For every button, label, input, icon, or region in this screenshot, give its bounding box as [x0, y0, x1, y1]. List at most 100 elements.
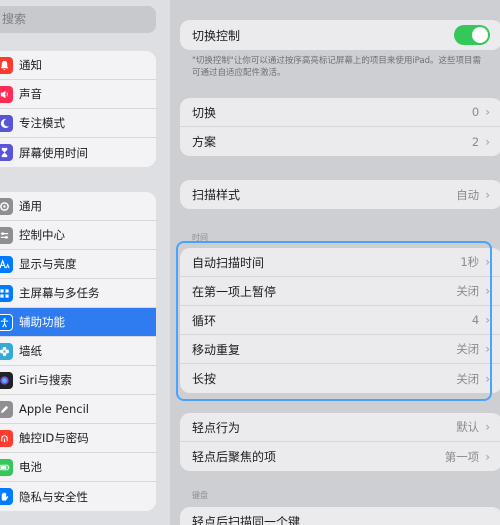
- scanning-style-card: 扫描样式 自动 ›: [180, 180, 500, 209]
- loops-row[interactable]: 循环 4 ›: [180, 306, 500, 335]
- keyboard-header: 键盘: [192, 491, 208, 500]
- sidebar-item-label: 辅助功能: [19, 315, 65, 329]
- move-repeat-value: 关闭: [456, 342, 480, 356]
- tap-behavior-label: 轻点行为: [192, 420, 241, 435]
- sidebar-item-display[interactable]: 显示与亮度: [0, 250, 156, 279]
- sidebar-item-touch-id[interactable]: 触控ID与密码: [0, 424, 156, 453]
- sidebar-item-label: 专注模式: [19, 116, 65, 130]
- sidebar-item-privacy[interactable]: 隐私与安全性: [0, 482, 156, 511]
- switches-label: 切换: [192, 105, 217, 120]
- sidebar-item-label: 声音: [19, 87, 42, 101]
- pause-on-first-item-row[interactable]: 在第一项上暂停 关闭 ›: [180, 277, 500, 306]
- sidebar-item-accessibility[interactable]: 辅助功能: [0, 308, 156, 337]
- long-press-row[interactable]: 长按 关闭 ›: [180, 364, 500, 393]
- sidebar-group-2: 通用 控制中心 显示与亮度 主屏幕与多任务 辅助功能 墙纸 Siri与搜索 Ap…: [0, 192, 156, 511]
- sidebar-item-general[interactable]: 通用: [0, 192, 156, 221]
- sidebar-item-label: Apple Pencil: [19, 402, 89, 416]
- tap-behavior-row[interactable]: 轻点行为 默认 ›: [180, 413, 500, 442]
- sidebar-item-sounds[interactable]: 声音: [0, 80, 156, 109]
- sidebar-item-home-screen[interactable]: 主屏幕与多任务: [0, 279, 156, 308]
- move-repeat-label: 移动重复: [192, 342, 241, 357]
- sidebar-item-focus[interactable]: 专注模式: [0, 109, 156, 138]
- sidebar-item-label: Siri与搜索: [19, 373, 72, 387]
- pause-on-first-item-value: 关闭: [456, 284, 480, 298]
- move-repeat-row[interactable]: 移动重复 关闭 ›: [180, 335, 500, 364]
- sidebar-item-siri[interactable]: Siri与搜索: [0, 366, 156, 395]
- chevron-right-icon: ›: [485, 255, 490, 269]
- pause-on-first-item-label: 在第一项上暂停: [192, 284, 277, 299]
- accessibility-icon: [0, 313, 13, 331]
- chevron-right-icon: ›: [485, 342, 490, 356]
- chevron-right-icon: ›: [485, 449, 490, 464]
- flower-icon: [0, 342, 13, 360]
- focused-item-after-tap-value: 第一项: [444, 449, 480, 464]
- sidebar-item-label: 主屏幕与多任务: [19, 286, 100, 300]
- switch-control-toggle[interactable]: [454, 25, 490, 45]
- chevron-right-icon: ›: [485, 313, 490, 327]
- long-press-label: 长按: [192, 372, 217, 386]
- sidebar-item-label: 屏幕使用时间: [19, 145, 88, 160]
- scanning-style-row[interactable]: 扫描样式 自动 ›: [180, 180, 500, 209]
- bell-icon: [0, 56, 13, 74]
- timing-card: 自动扫描时间 1秒 › 在第一项上暂停 关闭 › 循环 4 › 移动重复 关闭 › 长按…: [180, 248, 500, 393]
- sidebar-item-label: 电池: [19, 460, 42, 474]
- keyboard-card: 轻点后扫描同一个键: [180, 507, 500, 525]
- auto-scan-time-value: 1秒: [460, 255, 480, 269]
- switch-control-card: 切换控制: [180, 20, 500, 50]
- tap-behavior-value: 默认: [456, 420, 480, 434]
- tap-behavior-card: 轻点行为 默认 › 轻点后聚焦的项 第一项 ›: [180, 413, 500, 471]
- long-press-value: 关闭: [456, 371, 480, 386]
- recipes-value: 2: [471, 134, 480, 149]
- hourglass-icon: [0, 144, 13, 161]
- aa-icon: [0, 255, 13, 273]
- sidebar-item-label: 通用: [19, 199, 42, 213]
- sidebar-item-label: 隐私与安全性: [19, 489, 88, 504]
- sidebar-item-wallpaper[interactable]: 墙纸: [0, 337, 156, 366]
- sidebar-item-label: 通知: [19, 58, 42, 72]
- focused-item-after-tap-row[interactable]: 轻点后聚焦的项 第一项 ›: [180, 442, 500, 471]
- switches-row[interactable]: 切换 0 ›: [180, 98, 500, 127]
- chevron-right-icon: ›: [485, 371, 490, 386]
- timing-header: 时间: [192, 233, 208, 242]
- sidebar-item-label: 控制中心: [19, 228, 65, 242]
- recipes-label: 方案: [192, 135, 217, 149]
- gear-icon: [0, 197, 13, 215]
- sidebar-group-1: 通知 声音 专注模式 屏幕使用时间: [0, 51, 156, 167]
- speaker-icon: [0, 85, 13, 103]
- moon-icon: [0, 114, 13, 132]
- sidebar-item-battery[interactable]: 电池: [0, 453, 156, 482]
- switch-control-row: 切换控制: [180, 20, 500, 50]
- battery-icon: [0, 458, 13, 476]
- sidebar-item-label: 显示与亮度: [19, 257, 77, 271]
- sidebar-item-notifications[interactable]: 通知: [0, 51, 156, 80]
- scan-same-key-label: 轻点后扫描同一个键: [192, 515, 301, 525]
- focused-item-after-tap-label: 轻点后聚焦的项: [192, 450, 277, 464]
- scanning-style-value: 自动: [456, 187, 480, 202]
- sidebar-item-control-center[interactable]: 控制中心: [0, 221, 156, 250]
- sidebar-item-label: 触控ID与密码: [19, 431, 89, 445]
- recipes-row[interactable]: 方案 2 ›: [180, 127, 500, 156]
- chevron-right-icon: ›: [485, 187, 490, 202]
- sidebar-item-screen-time[interactable]: 屏幕使用时间: [0, 138, 156, 167]
- sidebar-item-apple-pencil[interactable]: Apple Pencil: [0, 395, 156, 424]
- loops-label: 循环: [192, 313, 217, 328]
- auto-scan-time-row[interactable]: 自动扫描时间 1秒 ›: [180, 248, 500, 277]
- chevron-right-icon: ›: [485, 284, 490, 298]
- search-input[interactable]: 搜索: [0, 6, 156, 33]
- switch-control-description: "切换控制"让你可以通过按序高亮标记屏幕上的项目来使用iPad。这些项目需可通过…: [192, 56, 482, 78]
- auto-scan-time-label: 自动扫描时间: [192, 255, 265, 270]
- pencil-icon: [0, 400, 13, 418]
- hand-icon: [0, 488, 13, 505]
- sliders-icon: [0, 226, 13, 244]
- main-panel: 切换控制 "切换控制"让你可以通过按序高亮标记屏幕上的项目来使用iPad。这些项…: [170, 0, 500, 525]
- chevron-right-icon: ›: [485, 420, 490, 434]
- switches-card: 切换 0 › 方案 2 ›: [180, 98, 500, 156]
- scan-same-key-row[interactable]: 轻点后扫描同一个键: [180, 507, 500, 525]
- chevron-right-icon: ›: [485, 105, 490, 119]
- switches-value: 0: [471, 105, 480, 119]
- siri-icon: [0, 371, 13, 389]
- search-placeholder: 搜索: [2, 12, 27, 26]
- grid-icon: [0, 284, 13, 302]
- switch-control-label: 切换控制: [192, 28, 241, 43]
- sidebar: 搜索 通知 声音 专注模式 屏幕使用时间 通用 控制中心 显示与亮度 主屏幕与多…: [0, 0, 170, 525]
